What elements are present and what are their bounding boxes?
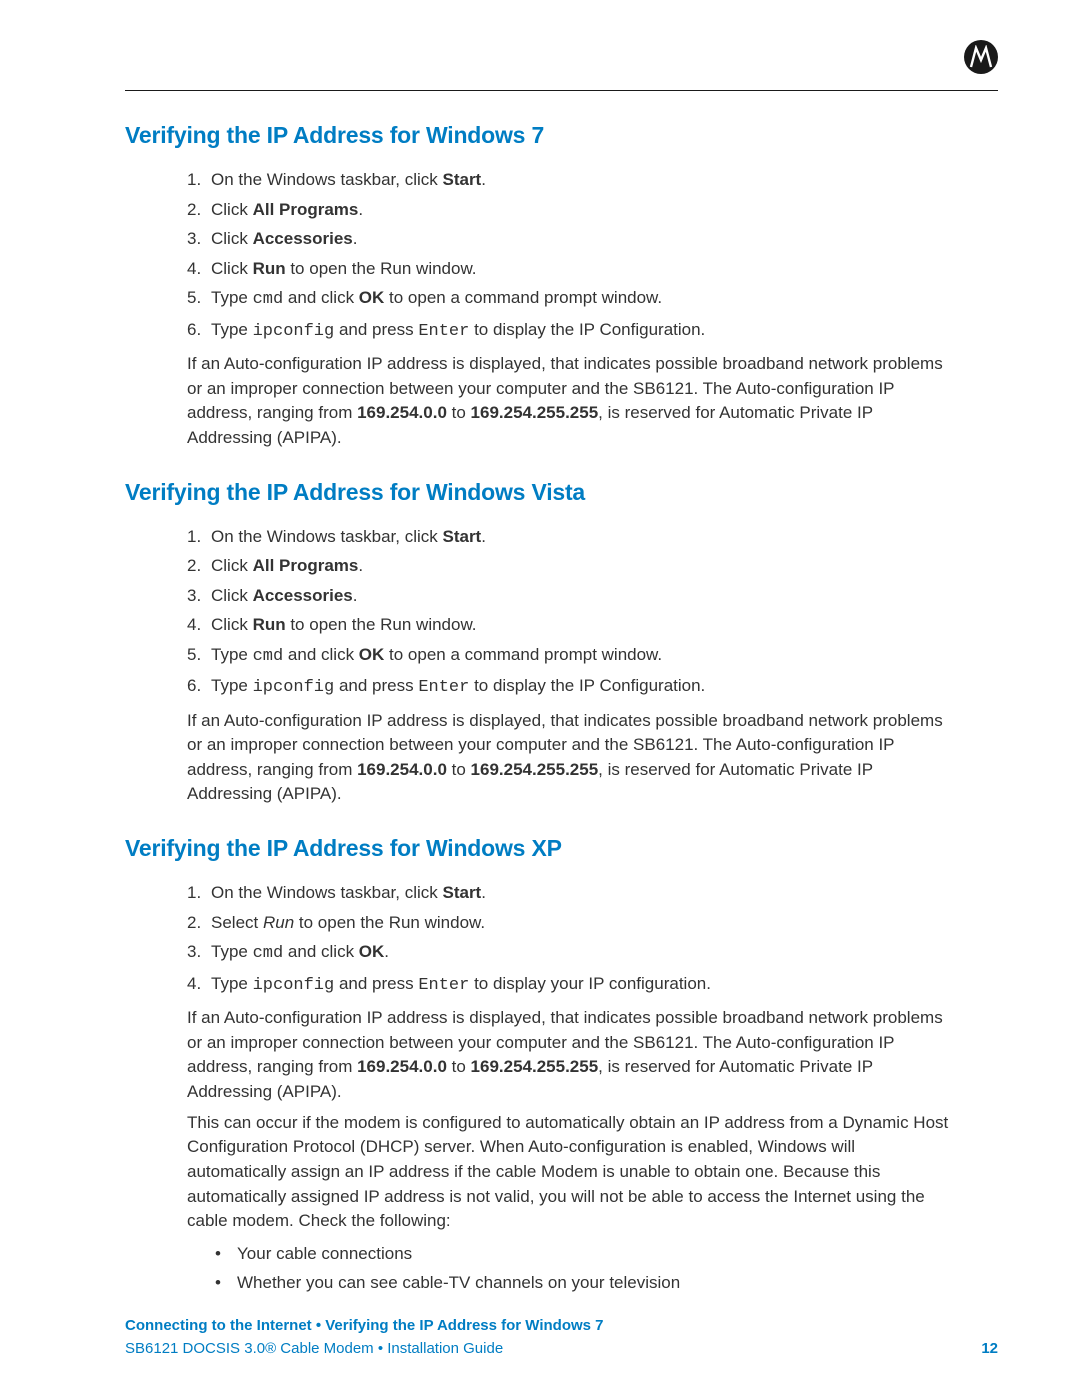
bullet-list: Your cable connectionsWhether you can se… — [215, 1240, 955, 1298]
step-list: On the Windows taskbar, click Start. Sele… — [187, 880, 955, 998]
bullet-item: Whether you can see cable-TV channels on… — [215, 1269, 955, 1298]
section-heading: Verifying the IP Address for Windows XP — [125, 835, 955, 862]
step-item: Type ipconfig and press Enter to display… — [187, 673, 955, 701]
page-footer: Connecting to the Internet • Verifying t… — [125, 1317, 998, 1357]
page-content: Verifying the IP Address for Windows 7 On… — [125, 122, 955, 1298]
body-paragraph: If an Auto-configuration IP address is d… — [187, 1006, 955, 1105]
step-item: Type cmd and click OK. — [187, 939, 955, 967]
step-item: Click All Programs. — [187, 197, 955, 223]
section-heading: Verifying the IP Address for Windows 7 — [125, 122, 955, 149]
step-item: Type ipconfig and press Enter to display… — [187, 971, 955, 999]
body-paragraph: If an Auto-configuration IP address is d… — [187, 709, 955, 808]
step-item: Click All Programs. — [187, 553, 955, 579]
step-item: On the Windows taskbar, click Start. — [187, 167, 955, 193]
motorola-logo — [964, 40, 998, 74]
motorola-m-icon — [969, 45, 993, 69]
step-item: On the Windows taskbar, click Start. — [187, 524, 955, 550]
step-item: Click Accessories. — [187, 583, 955, 609]
step-item: Click Accessories. — [187, 226, 955, 252]
logo-circle — [964, 40, 998, 74]
document-page: Verifying the IP Address for Windows 7 On… — [0, 0, 1080, 1397]
footer-breadcrumb: Connecting to the Internet • Verifying t… — [125, 1317, 998, 1334]
step-list: On the Windows taskbar, click Start. Clic… — [187, 524, 955, 701]
footer-docline: SB6121 DOCSIS 3.0® Cable Modem • Install… — [125, 1340, 998, 1357]
step-item: Click Run to open the Run window. — [187, 256, 955, 282]
section-heading: Verifying the IP Address for Windows Vis… — [125, 479, 955, 506]
footer-page-number: 12 — [981, 1340, 998, 1357]
step-item: Type cmd and click OK to open a command … — [187, 642, 955, 670]
header-rule — [125, 90, 998, 91]
step-item: On the Windows taskbar, click Start. — [187, 880, 955, 906]
step-item: Type cmd and click OK to open a command … — [187, 285, 955, 313]
bullet-item: Your cable connections — [215, 1240, 955, 1269]
step-list: On the Windows taskbar, click Start. Clic… — [187, 167, 955, 344]
footer-doc-title: SB6121 DOCSIS 3.0® Cable Modem • Install… — [125, 1340, 503, 1357]
body-paragraph: If an Auto-configuration IP address is d… — [187, 352, 955, 451]
step-item: Type ipconfig and press Enter to display… — [187, 317, 955, 345]
step-item: Select Run to open the Run window. — [187, 910, 955, 936]
body-paragraph: This can occur if the modem is configure… — [187, 1111, 955, 1234]
step-item: Click Run to open the Run window. — [187, 612, 955, 638]
